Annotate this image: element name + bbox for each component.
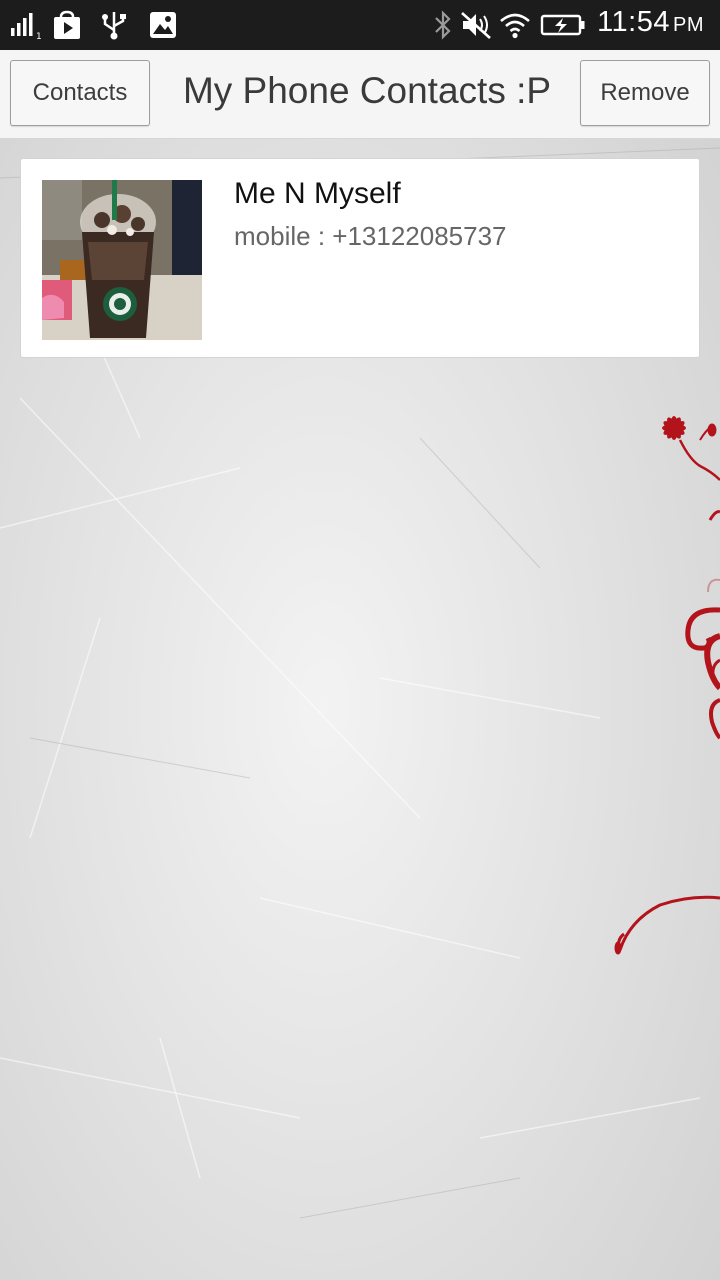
contact-phone: mobile : +13122085737 (234, 221, 507, 251)
action-bar: Contacts My Phone Contacts :P Remove (0, 50, 720, 139)
battery-charging-icon (540, 14, 585, 36)
play-store-icon (54, 10, 80, 39)
contact-name: Me N Myself (234, 177, 401, 210)
usb-icon (102, 12, 126, 40)
clock: 11:54 PM (597, 6, 704, 39)
mute-icon (461, 12, 491, 39)
floral-decoration (614, 416, 720, 955)
remove-button[interactable]: Remove (580, 60, 710, 126)
contact-photo (42, 180, 202, 340)
wifi-icon (500, 13, 530, 39)
gallery-icon (150, 12, 176, 38)
bluetooth-icon (435, 10, 451, 40)
contacts-button[interactable]: Contacts (10, 60, 150, 126)
page-title: My Phone Contacts :P (182, 70, 552, 111)
clock-time: 11:54 (597, 6, 670, 38)
status-bar: 1 11:54 PM (0, 0, 720, 50)
signal-icon: 1 (11, 13, 42, 40)
clock-ampm: PM (673, 14, 704, 36)
svg-text:1: 1 (36, 32, 42, 40)
contact-list-item[interactable]: Me N Myself mobile : +13122085737 (20, 158, 700, 358)
